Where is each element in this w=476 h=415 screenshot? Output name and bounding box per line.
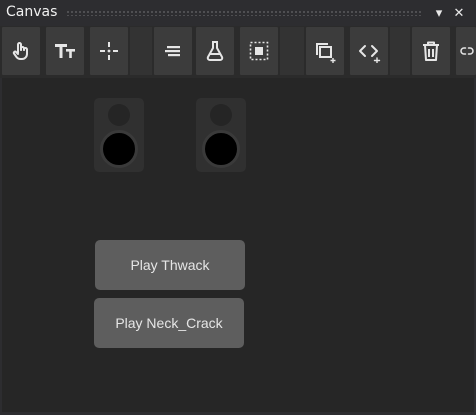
touch-icon (12, 42, 28, 60)
toolbar-spacer (130, 27, 152, 75)
toolbar-spacer (280, 27, 304, 75)
speaker-thwack[interactable] (94, 98, 144, 172)
trash-icon (423, 41, 439, 61)
move-tool-button[interactable] (90, 27, 128, 75)
dropdown-icon[interactable]: ▾ (430, 3, 448, 23)
canvas-area[interactable]: Play Thwack Play Neck_Crack (2, 78, 474, 412)
window-title: Canvas (6, 4, 58, 20)
speaker-neck-crack[interactable] (196, 98, 246, 172)
select-region-icon (249, 41, 269, 61)
drag-grip[interactable] (66, 10, 422, 16)
align-tool-button[interactable] (154, 27, 192, 75)
delete-button[interactable] (412, 27, 450, 75)
text-icon (55, 44, 75, 58)
text-tool-button[interactable] (46, 27, 84, 75)
speaker-woofer (100, 130, 138, 168)
link-icon (460, 47, 474, 55)
move-icon (100, 42, 118, 60)
add-layer-button[interactable] (306, 27, 344, 75)
speaker-tweeter (210, 104, 232, 126)
window-titlebar: Canvas ▾ ✕ (0, 0, 476, 26)
toolbar (0, 26, 476, 78)
flask-tool-button[interactable] (196, 27, 234, 75)
add-layer-icon (316, 43, 336, 63)
speaker-woofer (202, 130, 240, 168)
flask-icon (206, 41, 224, 61)
add-code-icon (359, 45, 381, 63)
link-button[interactable] (456, 27, 476, 75)
play-neck-crack-button[interactable]: Play Neck_Crack (94, 298, 244, 348)
play-thwack-button[interactable]: Play Thwack (95, 240, 245, 290)
touch-tool-button[interactable] (2, 27, 40, 75)
add-code-button[interactable] (350, 27, 388, 75)
toolbar-spacer (390, 27, 410, 75)
select-tool-button[interactable] (240, 27, 278, 75)
align-icon (165, 46, 180, 57)
close-icon[interactable]: ✕ (450, 3, 468, 23)
speaker-tweeter (108, 104, 130, 126)
